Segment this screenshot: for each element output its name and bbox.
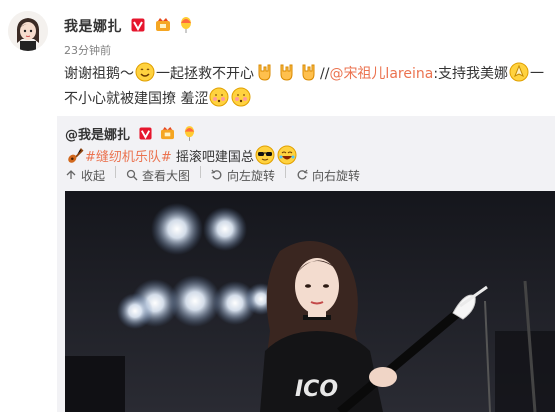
rotate-right-icon [297,169,308,180]
avatar[interactable] [8,11,48,51]
shy-emoji [231,87,251,107]
laugh-cry-emoji [277,145,297,165]
rock-hand-emoji [280,64,293,81]
topic-link[interactable]: #缝纫机乐队# [85,150,172,165]
text-segment: :支持我美娜 [433,66,509,82]
rotate-left-button[interactable]: 向左旋转 [211,166,275,184]
balloon-badge [184,126,195,145]
text-segment: 一起拯救不开心 [156,66,254,82]
toolbar-divider [200,166,202,178]
view-large-button[interactable]: 查看大图 [126,166,190,184]
magnify-icon [126,169,138,181]
verified-badge [139,127,152,144]
toolbar-divider [285,166,287,178]
username-text[interactable]: 我是娜扎 [64,19,122,35]
repost-text: #缝纫机乐队# 摇滚吧建国总 [65,145,298,168]
repost-username-text[interactable]: @我是娜扎 [65,128,130,143]
gold-badge [155,18,171,36]
view-large-label: 查看大图 [142,168,191,183]
balloon-badge [180,17,192,37]
rotate-left-label: 向左旋转 [227,168,276,183]
rock-hand-emoji [302,64,315,81]
repost-username[interactable]: @我是娜扎 [65,124,195,145]
image-toolbar: 收起 查看大图 向左旋转 向右旋转 [65,166,360,184]
rotate-right-label: 向右旋转 [312,168,361,183]
collapse-icon [66,170,76,179]
svg-text:ICO: ICO [295,377,338,402]
mention-link[interactable]: @宋祖儿lareina [329,66,433,82]
repost-text-segment: 摇滚吧建国总 [171,150,254,165]
guitar-icon [68,148,84,163]
rock-hand-emoji [258,64,271,81]
repost-card: @我是娜扎 #缝纫机乐队# 摇滚吧建国总 收起 查看大图 向左旋转 向右旋转 I… [57,116,555,412]
post-text: 谢谢祖鹅～ 一起拯救不开心//@宋祖儿lareina:支持我美娜 一不小心就被建国撩… [64,62,549,112]
post-username[interactable]: 我是娜扎 [64,16,192,37]
post-time[interactable]: 23分钟前 [64,42,111,58]
smile-emoji [135,62,155,82]
rotate-left-icon [211,169,222,180]
verified-badge [131,18,145,36]
rotate-right-button[interactable]: 向右旋转 [296,166,360,184]
toolbar-divider [115,166,117,178]
text-segment: 谢谢祖鹅～ [64,66,134,82]
collapse-button[interactable]: 收起 [65,166,105,184]
shy-emoji [209,87,229,107]
collapse-label: 收起 [81,168,106,183]
post-photo[interactable]: ICO [65,191,555,412]
sunglasses-emoji [255,145,275,165]
gold-badge [160,127,175,144]
praying-hands-emoji [509,62,529,82]
